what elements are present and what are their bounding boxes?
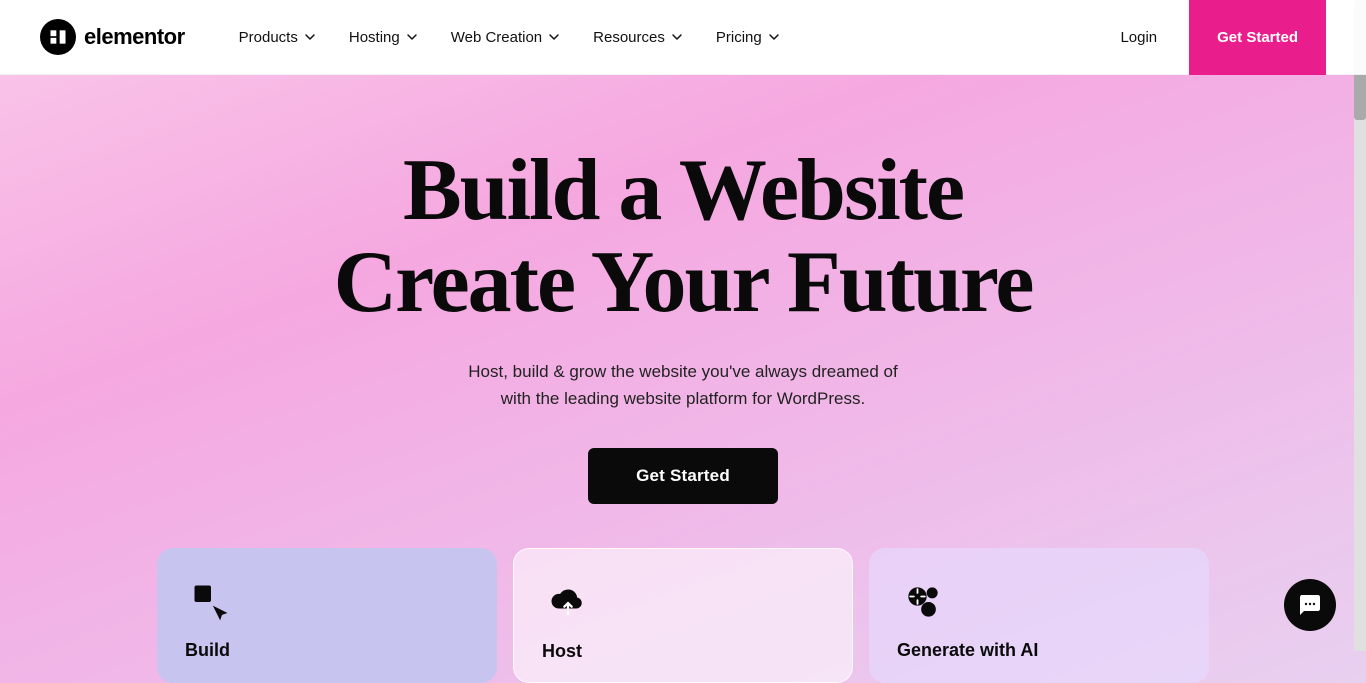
ai-icon bbox=[897, 576, 949, 628]
chevron-down-icon bbox=[767, 30, 781, 44]
logo-text[interactable]: elementor bbox=[84, 24, 185, 50]
hero-section: Build a Website Create Your Future Host,… bbox=[0, 75, 1366, 683]
navbar: elementor Products Hosting We bbox=[0, 0, 1366, 75]
logo-icon[interactable] bbox=[40, 19, 76, 55]
card-host[interactable]: Host bbox=[513, 548, 853, 683]
hero-cta-button[interactable]: Get Started bbox=[588, 448, 778, 504]
chevron-down-icon bbox=[670, 30, 684, 44]
nav-item-resources[interactable]: Resources bbox=[579, 21, 698, 54]
feature-cards: Build Host bbox=[133, 548, 1233, 683]
nav-links: Products Hosting Web Creation bbox=[225, 21, 795, 54]
hero-subtitle: Host, build & grow the website you've al… bbox=[468, 358, 897, 412]
nav-item-pricing[interactable]: Pricing bbox=[702, 21, 795, 54]
scrollbar[interactable] bbox=[1354, 0, 1366, 651]
get-started-nav-button[interactable]: Get Started bbox=[1189, 0, 1326, 75]
nav-item-hosting[interactable]: Hosting bbox=[335, 21, 433, 54]
hero-title: Build a Website Create Your Future bbox=[334, 145, 1033, 330]
card-ai[interactable]: Generate with AI bbox=[869, 548, 1209, 683]
chevron-down-icon bbox=[405, 30, 419, 44]
login-button[interactable]: Login bbox=[1104, 21, 1173, 54]
chevron-down-icon bbox=[303, 30, 317, 44]
chat-button[interactable] bbox=[1284, 579, 1336, 631]
nav-item-web-creation[interactable]: Web Creation bbox=[437, 21, 575, 54]
chevron-down-icon bbox=[547, 30, 561, 44]
build-icon bbox=[185, 576, 237, 628]
navbar-right: Login Get Started bbox=[1104, 0, 1326, 75]
nav-item-products[interactable]: Products bbox=[225, 21, 331, 54]
card-build[interactable]: Build bbox=[157, 548, 497, 683]
navbar-left: elementor Products Hosting We bbox=[40, 19, 795, 55]
card-host-label: Host bbox=[542, 641, 582, 662]
host-icon bbox=[542, 577, 594, 629]
